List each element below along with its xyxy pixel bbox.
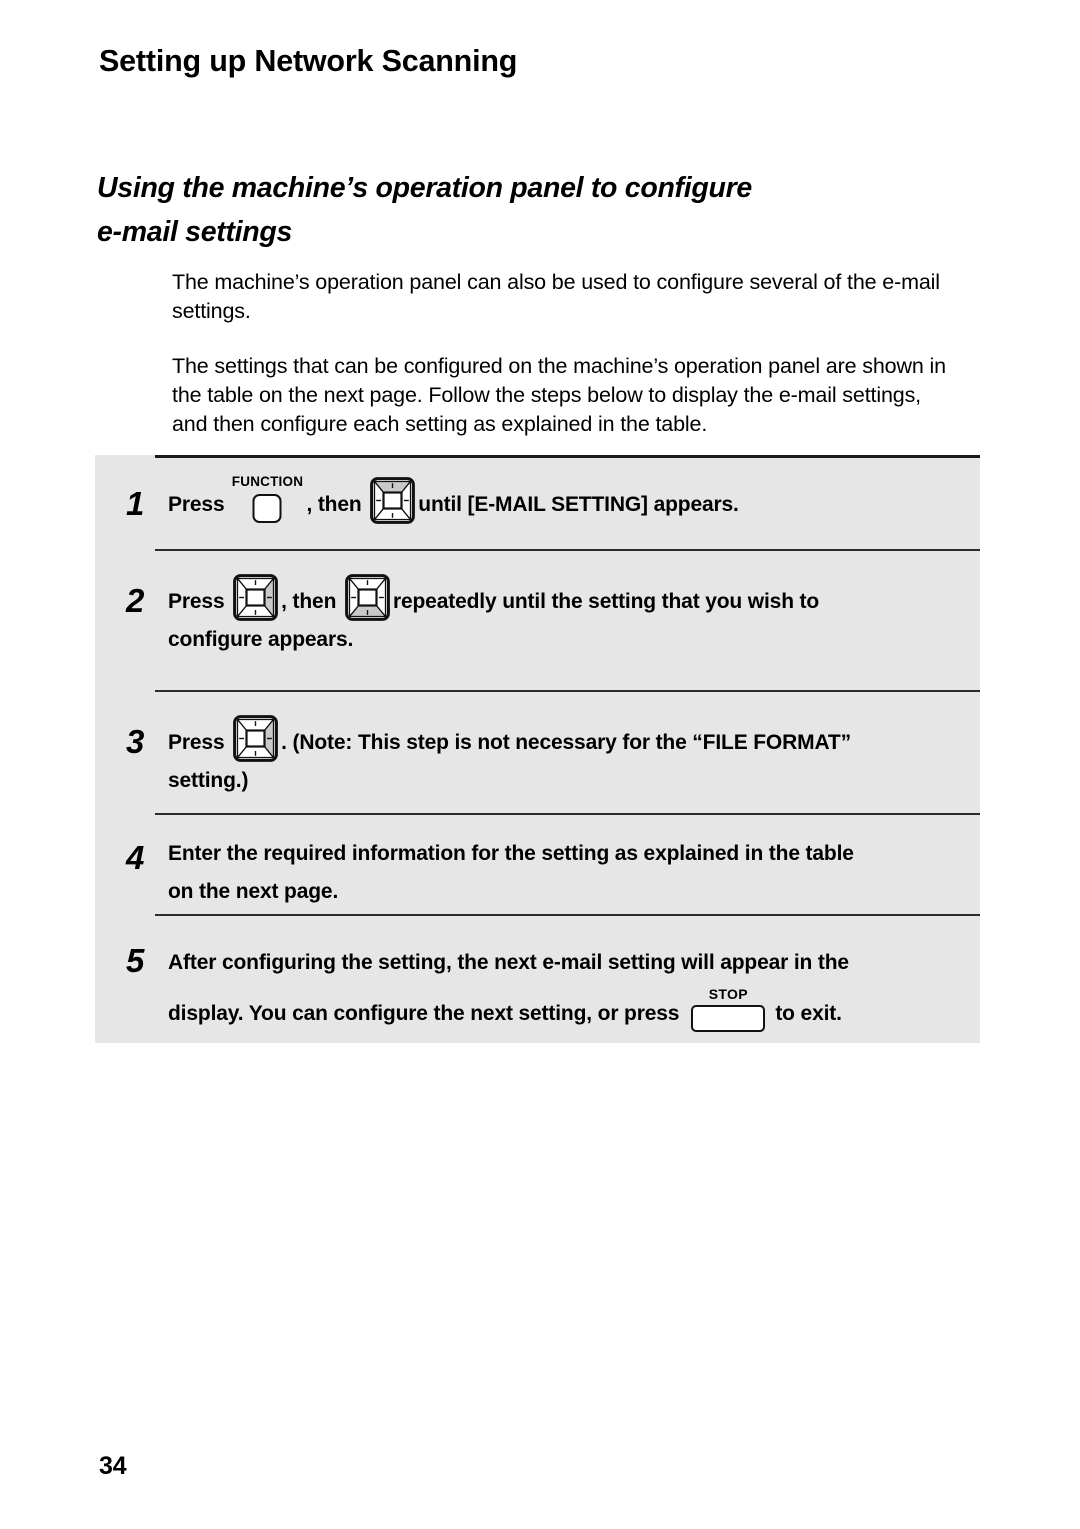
section-heading-line-1: Using the machine’s operation panel to c…	[97, 172, 752, 204]
arrow-pad-right-icon[interactable]	[233, 715, 279, 762]
step-2-press-label: Press	[168, 590, 225, 613]
step-separator-1	[155, 549, 980, 551]
step-1-until-label: until [E-MAIL SETTING] appears.	[418, 493, 739, 516]
step-4-text-line-2: on the next page.	[168, 880, 339, 903]
step-5-text-line-1: After configuring the setting, the next …	[168, 951, 849, 974]
stop-key-label: STOP	[708, 986, 748, 1002]
page-title: Setting up Network Scanning	[99, 44, 518, 78]
steps-panel: 1 Press FUNCTION , then until [E-MAIL SE…	[95, 455, 980, 1043]
step-3-text: Press . (Note: This step is not necessar…	[168, 715, 972, 800]
step-5-text: After configuring the setting, the next …	[168, 938, 972, 1039]
step-2-then-label: , then	[281, 590, 337, 613]
step-1-number: 1	[126, 485, 145, 522]
step-4-text: Enter the required information for the s…	[168, 835, 972, 911]
step-2-text-line-2: configure appears.	[168, 628, 354, 651]
section-heading: Using the machine’s operation panel to c…	[97, 166, 977, 254]
step-2-number: 2	[126, 582, 145, 619]
intro-paragraph-2: The settings that can be configured on t…	[172, 354, 946, 436]
arrow-pad-down-icon[interactable]	[345, 574, 390, 621]
function-key-icon[interactable]: FUNCTION	[229, 474, 305, 524]
step-3-press-label: Press	[168, 731, 225, 754]
arrow-pad-right-icon[interactable]	[233, 574, 279, 621]
function-key-label: FUNCTION	[231, 474, 304, 489]
step-separator-3	[155, 813, 980, 815]
step-5-after-stop-label: to exit.	[775, 1002, 842, 1025]
step-5-text-line-2: display. You can configure the next sett…	[168, 986, 972, 1039]
page-number: 34	[99, 1452, 127, 1480]
panel-top-rule	[155, 455, 980, 458]
step-separator-2	[155, 690, 980, 692]
step-1-text: Press FUNCTION , then until [E-MAIL SETT…	[168, 474, 972, 524]
document-page: Setting up Network Scanning Using the ma…	[0, 0, 1080, 1529]
stop-key-icon[interactable]: STOP	[685, 986, 771, 1034]
step-5-number: 5	[126, 942, 145, 979]
stop-key-cap	[691, 1005, 766, 1032]
function-key-cap	[252, 494, 282, 523]
step-2-until-label: repeatedly until the setting that you wi…	[392, 590, 820, 613]
arrow-pad-up-icon[interactable]	[370, 477, 416, 524]
step-5-before-stop-label: display. You can configure the next sett…	[168, 1002, 680, 1025]
step-4-text-line-1: Enter the required information for the s…	[168, 842, 854, 865]
step-separator-4	[155, 914, 980, 916]
intro-paragraph-1: The machine’s operation panel can also b…	[172, 270, 940, 323]
step-2-text: Press , then repeatedly until the settin…	[168, 574, 972, 659]
step-1-then-label: , then	[306, 493, 362, 516]
step-3-text-line-2: setting.)	[168, 769, 249, 792]
section-heading-line-2: e-mail settings	[97, 216, 293, 248]
step-1-press-label: Press	[168, 493, 225, 516]
step-3-number: 3	[126, 723, 145, 760]
step-3-note-label: . (Note: This step is not necessary for …	[281, 731, 851, 754]
step-4-number: 4	[126, 839, 145, 876]
